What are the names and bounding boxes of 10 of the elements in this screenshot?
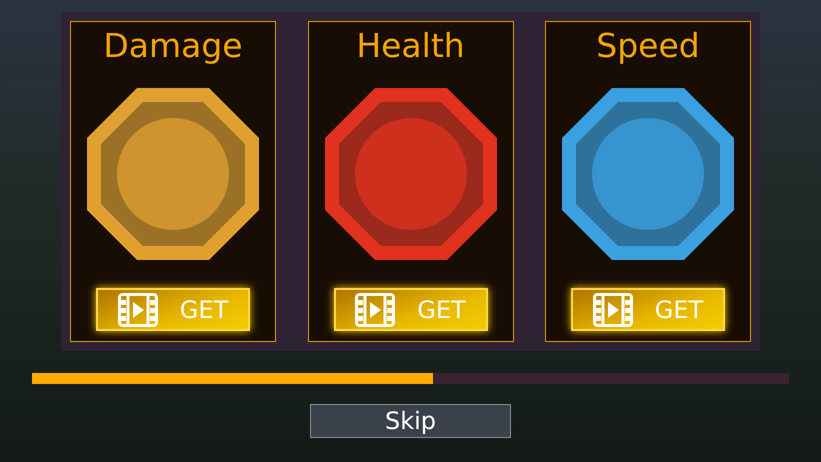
film-play-icon <box>592 292 633 326</box>
get-button[interactable]: GET <box>96 288 250 331</box>
card-title: Damage <box>103 25 243 67</box>
card-title: Health <box>356 25 465 67</box>
card-title: Speed <box>596 25 700 67</box>
skip-button[interactable]: Skip <box>310 404 511 438</box>
get-button[interactable]: GET <box>571 288 725 331</box>
get-button[interactable]: GET <box>334 288 488 331</box>
film-play-icon <box>355 292 396 326</box>
film-play-icon <box>118 292 158 326</box>
